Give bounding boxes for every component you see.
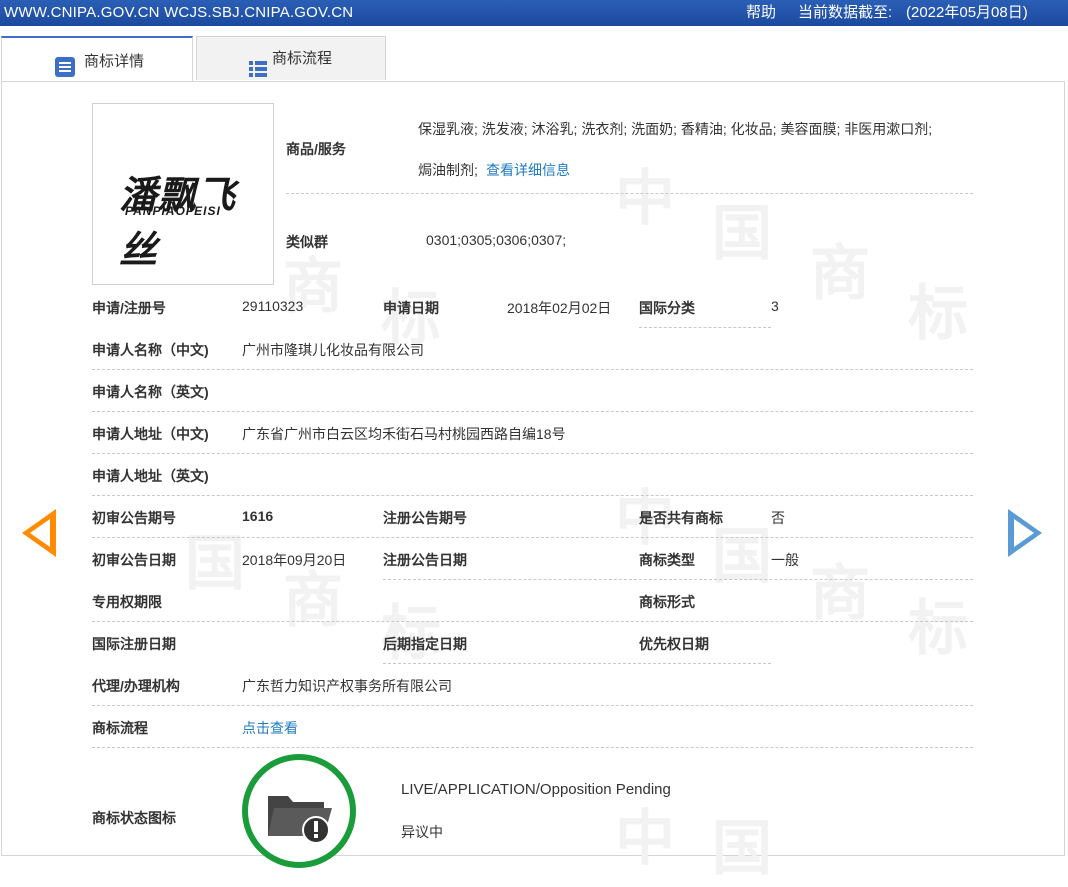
similar-group-label: 类似群 (286, 234, 328, 250)
applicant-name-cn-value: 广州市隆琪儿化妆品有限公司 (242, 342, 424, 358)
trademark-logo-text-en: PANPIAOFEISI (125, 204, 221, 218)
trademark-flow-label: 商标流程 (92, 720, 148, 736)
goods-value-line2: 焗油制剂; (418, 162, 478, 178)
divider (92, 747, 973, 748)
app-date-value: 2018年02月02日 (507, 300, 612, 316)
agent-value: 广东哲力知识产权事务所有限公司 (242, 678, 452, 694)
divider (92, 411, 973, 412)
tab-label-detail: 商标详情 (84, 53, 145, 70)
trademark-type-value: 一般 (771, 552, 799, 568)
agent-label: 代理/办理机构 (92, 678, 180, 694)
watermark-char: 标 (908, 280, 968, 347)
similar-group-value: 0301;0305;0306;0307; (426, 232, 567, 248)
app-date-label: 申请日期 (383, 300, 439, 316)
folder-alert-icon (268, 796, 332, 844)
site-url: WWW.CNIPA.GOV.CN WCJS.SBJ.CNIPA.GOV.CN (4, 4, 354, 21)
shared-trademark-value: 否 (771, 510, 785, 526)
exclusive-period-label: 专用权期限 (92, 594, 162, 610)
divider (92, 537, 973, 538)
trademark-type-label: 商标类型 (639, 552, 695, 568)
prev-record-arrow[interactable] (22, 509, 56, 557)
data-asof-date: (2022年05月08日) (906, 4, 1028, 21)
divider (383, 663, 771, 664)
divider (286, 193, 973, 194)
status-ring-icon (242, 754, 356, 868)
status-icon-label: 商标状态图标 (92, 810, 176, 826)
tab-trademark-detail[interactable]: 商标详情 (1, 36, 193, 82)
reg-date-label: 注册公告日期 (383, 552, 467, 568)
divider (92, 369, 973, 370)
intl-class-label: 国际分类 (639, 300, 695, 316)
tab-label-flow: 商标流程 (272, 50, 333, 67)
prelim-date-value: 2018年09月20日 (242, 552, 347, 568)
goods-value-line1: 保湿乳液; 洗发液; 沐浴乳; 洗衣剂; 洗面奶; 香精油; 化妆品; 美容面膜… (418, 121, 933, 137)
reg-no-label: 申请/注册号 (92, 300, 166, 316)
trademark-image: 潘飘飞丝 PANPIAOFEISI (92, 103, 274, 285)
prelim-issue-value: 1616 (242, 508, 274, 524)
watermark-char: 国 (712, 200, 772, 267)
reg-issue-label: 注册公告期号 (383, 510, 467, 526)
later-designation-date-label: 后期指定日期 (383, 636, 467, 652)
divider (639, 327, 771, 328)
watermark-char: 商 (810, 240, 870, 307)
applicant-address-cn-label: 申请人地址（中文) (92, 426, 209, 442)
prelim-date-label: 初审公告日期 (92, 552, 176, 568)
goods-detail-link[interactable]: 查看详细信息 (486, 160, 570, 180)
applicant-address-cn-value: 广东省广州市白云区均禾街石马村桃园西路自编18号 (242, 426, 566, 442)
shared-trademark-label: 是否共有商标 (639, 510, 723, 526)
top-bar: WWW.CNIPA.GOV.CN WCJS.SBJ.CNIPA.GOV.CN 帮… (0, 0, 1068, 26)
applicant-name-cn-label: 申请人名称（中文) (92, 342, 209, 358)
watermark-char: 国 (185, 530, 245, 597)
trademark-logo-text-cn: 潘飘飞丝 (119, 172, 237, 272)
divider (92, 705, 973, 706)
intl-class-value: 3 (771, 298, 779, 314)
trademark-flow-link[interactable]: 点击查看 (242, 718, 298, 738)
trademark-form-label: 商标形式 (639, 594, 695, 610)
prelim-issue-label: 初审公告期号 (92, 510, 176, 526)
tab-trademark-flow[interactable]: 商标流程 (196, 36, 386, 80)
reg-no-value: 29110323 (242, 298, 304, 314)
divider (92, 495, 973, 496)
data-asof-label: 当前数据截至: (798, 4, 893, 21)
next-record-arrow[interactable] (1008, 509, 1042, 557)
applicant-name-en-label: 申请人名称（英文) (92, 384, 209, 400)
tab-bar: 商标详情 商标流程 (0, 36, 1068, 82)
divider (92, 453, 973, 454)
help-link[interactable]: 帮助 (746, 0, 776, 26)
status-text-en: LIVE/APPLICATION/Opposition Pending (401, 781, 671, 798)
watermark-char: 中 (615, 805, 675, 872)
watermark-char: 商 (810, 560, 870, 627)
status-text-cn: 异议中 (401, 824, 443, 840)
applicant-address-en-label: 申请人地址（英文) (92, 468, 209, 484)
divider (92, 621, 973, 622)
divider (383, 579, 973, 580)
watermark-char: 国 (712, 815, 772, 882)
goods-label: 商品/服务 (286, 141, 346, 157)
priority-date-label: 优先权日期 (639, 636, 709, 652)
watermark-char: 标 (381, 600, 441, 667)
watermark-char: 标 (908, 595, 968, 662)
intl-reg-date-label: 国际注册日期 (92, 636, 176, 652)
